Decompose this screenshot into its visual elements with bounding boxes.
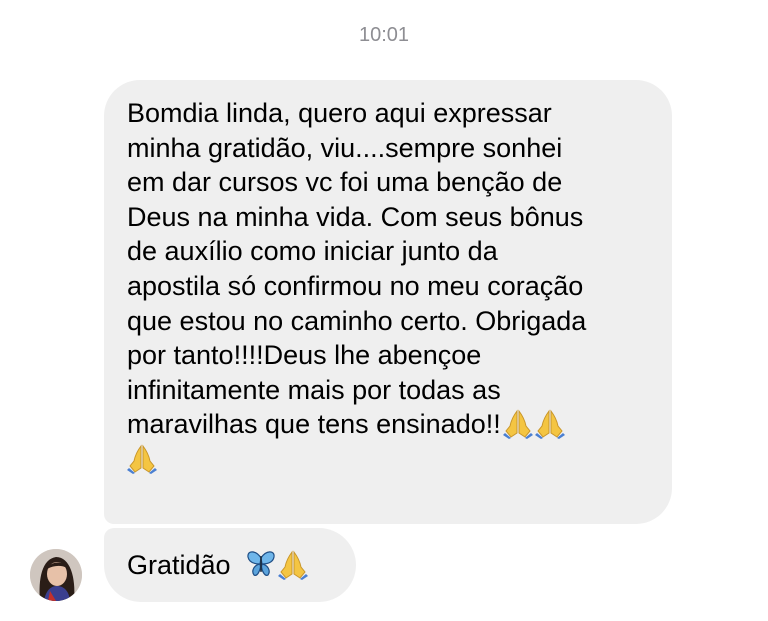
folded-hands-icon <box>278 548 309 580</box>
received-message-bubble-short[interactable]: Gratidão <box>104 528 356 602</box>
sender-avatar[interactable] <box>30 549 82 601</box>
folded-hands-icon <box>127 442 157 474</box>
message-line: que estou no caminho certo. Obrigada <box>127 305 587 336</box>
message-line: de auxílio como iniciar junto da <box>127 236 498 267</box>
folded-hands-icon <box>534 407 565 440</box>
message-line-last: maravilhas que tens ensinado!! <box>127 407 650 442</box>
message-line: por tanto!!!!Deus lhe abençoe <box>127 340 482 371</box>
folded-hands-icon <box>502 407 533 440</box>
message-line: em dar cursos vc foi uma benção de <box>127 167 563 198</box>
profile-photo-icon <box>30 549 82 601</box>
message-timestamp: 10:01 <box>358 24 410 46</box>
message-line-text: maravilhas que tens ensinado!! <box>127 409 501 440</box>
message-line: infinitamente mais por todas as <box>127 374 501 405</box>
message-line: apostila só confirmou no meu coração <box>127 270 584 301</box>
message-text: Gratidão <box>127 550 231 580</box>
message-line: Deus na minha vida. Com seus bônus <box>127 201 584 232</box>
message-line: minha gratidão, viu....sempre sonhei <box>127 132 563 163</box>
butterfly-icon <box>246 548 276 580</box>
message-line: Bomdia linda, quero aqui expressar <box>127 98 552 128</box>
message-line-emoji <box>127 442 650 477</box>
received-message-bubble[interactable]: Bomdia linda, quero aqui expressar minha… <box>104 80 672 524</box>
